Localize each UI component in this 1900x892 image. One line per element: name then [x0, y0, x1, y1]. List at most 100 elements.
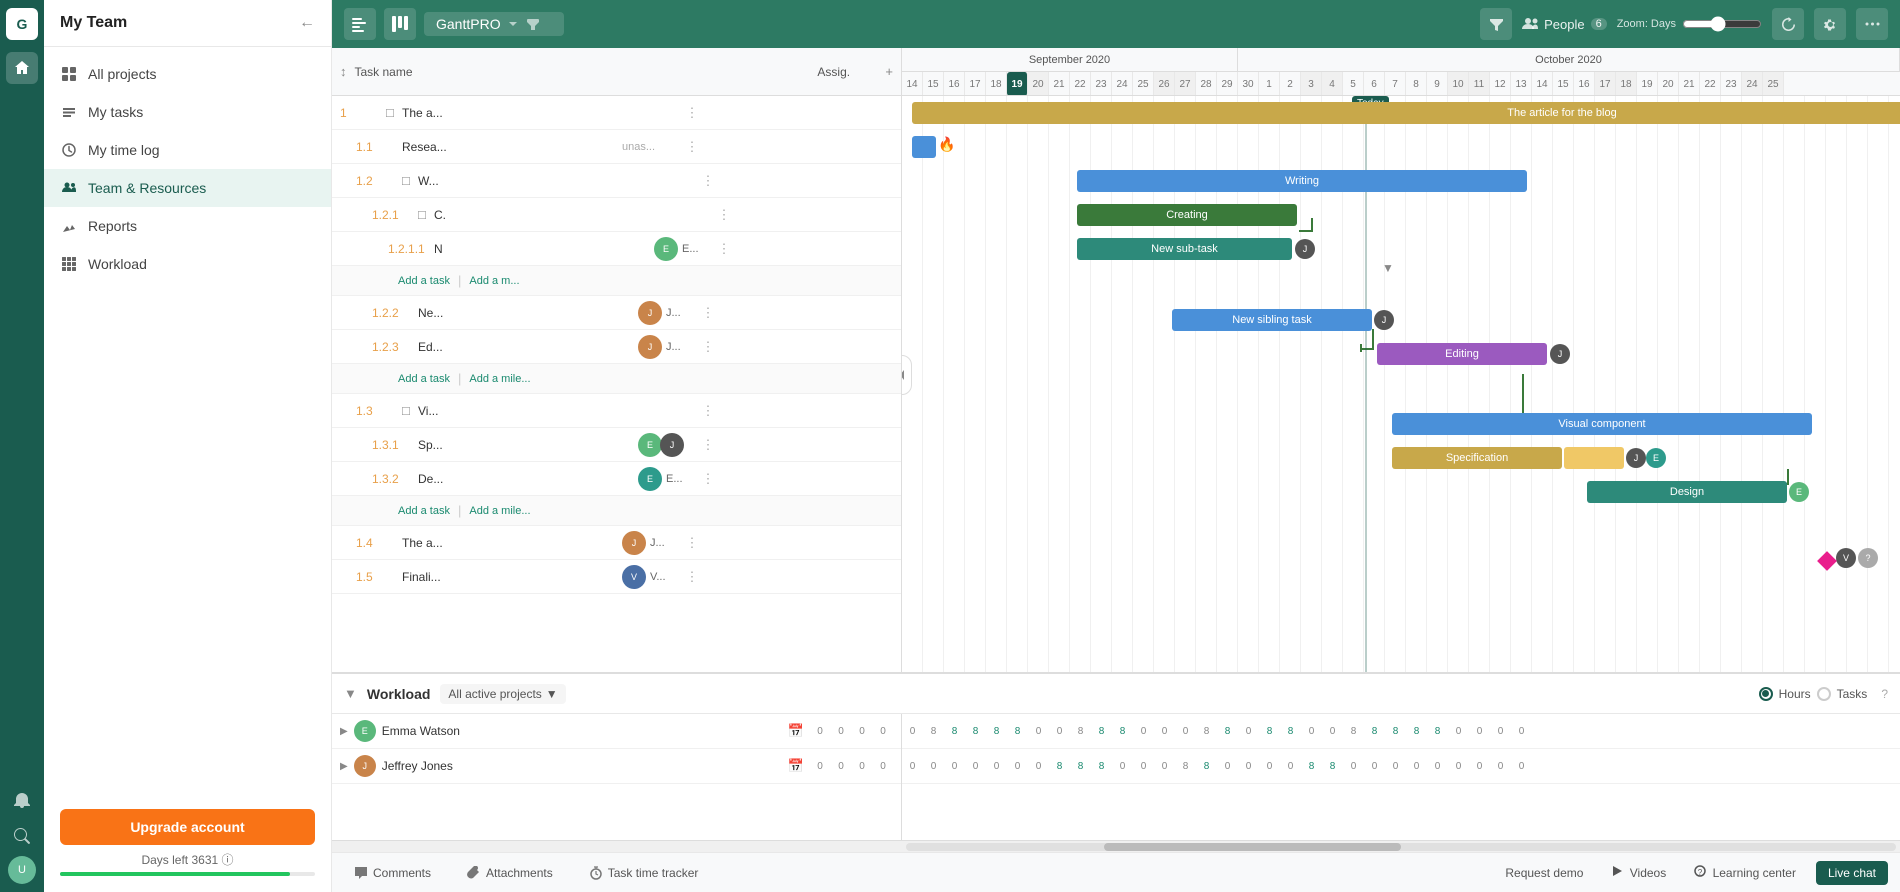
gantt-bar[interactable]: Editing [1377, 343, 1547, 365]
sidebar-item-my-tasks[interactable]: My tasks [44, 93, 331, 131]
sidebar-item-workload[interactable]: Workload [44, 245, 331, 283]
task-menu-icon[interactable]: ⋮ [714, 207, 734, 223]
upgrade-button[interactable]: Upgrade account [60, 809, 315, 845]
gantt-bar[interactable]: Creating [1077, 204, 1297, 226]
gantt-bar[interactable]: New sibling task [1172, 309, 1372, 331]
people-button[interactable]: People 6 [1522, 16, 1607, 32]
task-menu-icon[interactable]: ⋮ [698, 471, 718, 487]
sidebar-item-reports[interactable]: Reports [44, 207, 331, 245]
day-cell: 21 [1049, 72, 1070, 95]
live-chat-button[interactable]: Live chat [1816, 861, 1888, 885]
gantt-bar[interactable] [912, 136, 936, 158]
expand-icon[interactable]: ▶ [340, 726, 348, 737]
task-menu-icon[interactable]: ⋮ [698, 437, 718, 453]
day-cell: 30 [1238, 72, 1259, 95]
board-view-button[interactable] [384, 8, 416, 40]
task-assign: V V... [622, 565, 682, 589]
bottom-bar: Comments Attachments Task time tracker R… [332, 852, 1900, 892]
search-icon[interactable] [6, 820, 38, 852]
request-demo-button[interactable]: Request demo [1497, 862, 1591, 884]
comments-tab[interactable]: Comments [344, 860, 441, 886]
workload-names: ▶ E Emma Watson 📅 0 0 0 0 [332, 714, 902, 840]
person-name: Jeffrey Jones [382, 759, 782, 773]
project-filter-dropdown[interactable]: All active projects ▼ [440, 684, 565, 704]
gantt-bar[interactable]: Writing [1077, 170, 1527, 192]
avatar: V [622, 565, 646, 589]
task-menu-icon[interactable]: ⋮ [698, 173, 718, 189]
history-button[interactable] [1772, 8, 1804, 40]
sidebar-item-my-time-log[interactable]: My time log [44, 131, 331, 169]
task-assign: J J... [622, 531, 682, 555]
sort-icon[interactable]: ↕ [340, 64, 347, 79]
gantt-bar[interactable]: New sub-task [1077, 238, 1292, 260]
project-title-box[interactable]: GanttPRO [424, 12, 564, 36]
task-time-tracker-tab[interactable]: Task time tracker [579, 860, 709, 886]
add-task-link[interactable]: Add a task [398, 373, 450, 385]
task-menu-icon[interactable]: ⋮ [714, 241, 734, 257]
avatar: E [1789, 482, 1809, 502]
gantt-chart-area: Today The article for the blog 🔥 Writing [902, 96, 1900, 672]
gantt-bar[interactable]: The article for the blog [912, 102, 1900, 124]
task-num: 1.5 [352, 570, 402, 584]
home-icon[interactable] [6, 52, 38, 84]
sidebar-item-label: My time log [88, 142, 160, 158]
sidebar-item-all-projects[interactable]: All projects [44, 55, 331, 93]
filter-button[interactable] [1480, 8, 1512, 40]
back-button[interactable]: ← [299, 14, 315, 32]
task-menu-icon[interactable]: ⋮ [682, 105, 702, 121]
h-scroll-track[interactable] [906, 843, 1896, 851]
expand-icon[interactable]: □ [402, 173, 418, 188]
day-cell: 7 [1385, 72, 1406, 95]
sidebar-item-team-resources[interactable]: Team & Resources [44, 169, 331, 207]
app-logo[interactable]: G [6, 8, 38, 40]
gantt-bar[interactable]: Visual component [1392, 413, 1812, 435]
days-info-icon: ⓘ [222, 853, 234, 867]
attachments-tab[interactable]: Attachments [457, 860, 563, 886]
more-button[interactable] [1856, 8, 1888, 40]
expand-icon[interactable]: □ [386, 105, 402, 120]
expand-icon[interactable]: □ [418, 207, 434, 222]
help-icon[interactable]: ? [1881, 687, 1888, 701]
expand-down-icon[interactable]: ▼ [1382, 261, 1394, 275]
expand-icon[interactable]: □ [402, 403, 418, 418]
expand-icon[interactable]: ▶ [340, 761, 348, 772]
gantt-bar[interactable] [1564, 447, 1624, 469]
calendar-icon[interactable]: 📅 [788, 723, 804, 739]
gantt-view-button[interactable] [344, 8, 376, 40]
task-menu-icon[interactable]: ⋮ [698, 339, 718, 355]
add-task-link[interactable]: Add a task [398, 275, 450, 287]
user-avatar[interactable]: U [8, 856, 36, 884]
task-menu-icon[interactable]: ⋮ [682, 569, 702, 585]
gantt-bar[interactable]: Design [1587, 481, 1787, 503]
learning-center-button[interactable]: ? Learning center [1686, 861, 1804, 884]
add-mile-link[interactable]: Add a mile... [469, 505, 530, 517]
task-name: The a... [402, 106, 622, 120]
task-menu-icon[interactable]: ⋮ [682, 139, 702, 155]
add-task-link[interactable]: Add a task [398, 505, 450, 517]
add-milestone-link[interactable]: Add a m... [469, 275, 519, 287]
task-name: Ne... [418, 306, 638, 320]
sidebar-title: My Team [60, 14, 127, 32]
videos-button[interactable]: Videos [1603, 861, 1674, 884]
task-menu-icon[interactable]: ⋮ [682, 535, 702, 551]
h-scroll-thumb[interactable] [1104, 843, 1401, 851]
h-scrollbar[interactable] [332, 840, 1900, 852]
workload-collapse-icon[interactable]: ▼ [344, 686, 357, 701]
calendar-icon[interactable]: 📅 [788, 758, 804, 774]
zoom-slider[interactable] [1682, 16, 1762, 32]
gantt-bar[interactable]: Specification [1392, 447, 1562, 469]
avatar: J [354, 755, 376, 777]
notification-icon[interactable] [6, 784, 38, 816]
tasks-radio[interactable] [1817, 687, 1831, 701]
milestone-diamond[interactable] [1817, 551, 1837, 571]
add-col-button[interactable]: + [885, 64, 893, 79]
hours-radio[interactable] [1759, 687, 1773, 701]
collapse-toggle[interactable] [902, 355, 912, 395]
add-mile-link[interactable]: Add a mile... [469, 373, 530, 385]
task-menu-icon[interactable]: ⋮ [698, 403, 718, 419]
settings-button[interactable] [1814, 8, 1846, 40]
task-num: 1.2.2 [368, 306, 418, 320]
project-title: GanttPRO [436, 16, 501, 32]
task-menu-icon[interactable]: ⋮ [698, 305, 718, 321]
day-cell: 20 [1658, 72, 1679, 95]
